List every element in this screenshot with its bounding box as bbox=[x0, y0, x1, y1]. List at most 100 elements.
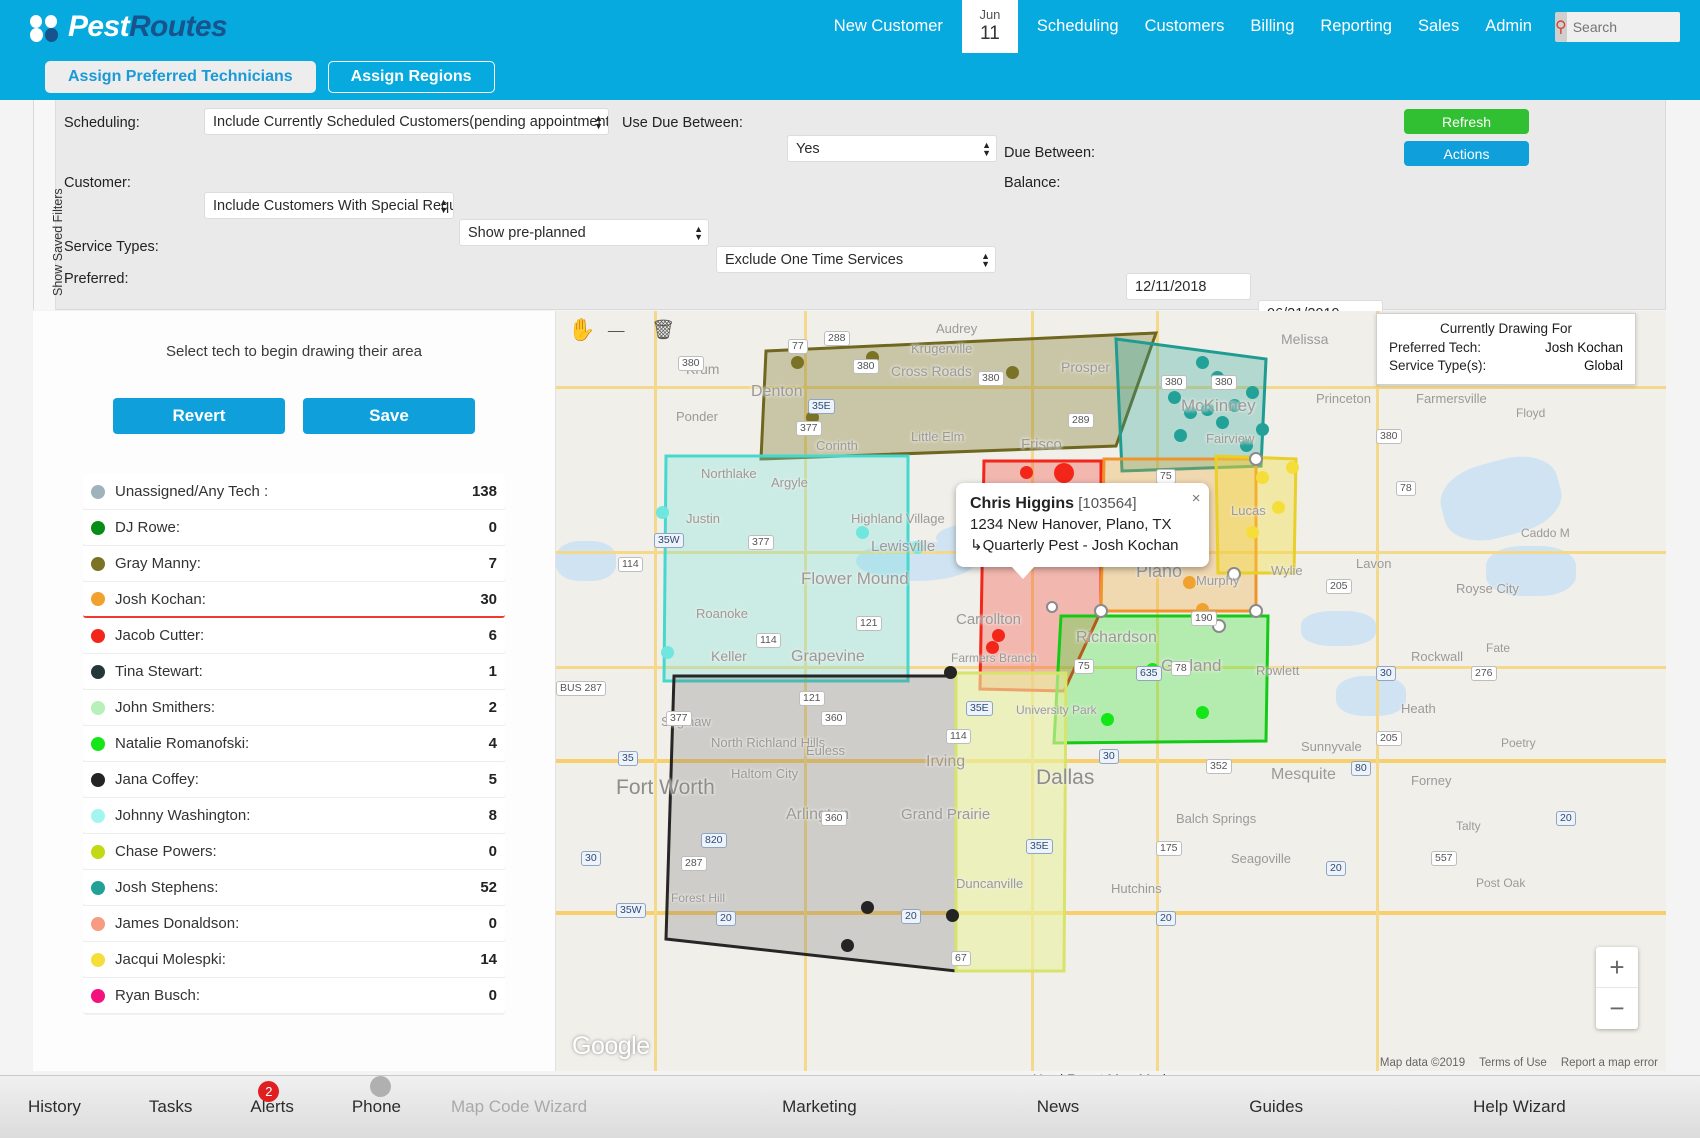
map-label: Talty bbox=[1456, 819, 1481, 833]
customer-marker[interactable] bbox=[992, 629, 1005, 642]
pestroutes-logo[interactable]: PestRoutes bbox=[30, 10, 227, 44]
technician-row[interactable]: Natalie Romanofski:4 bbox=[83, 726, 505, 762]
date-picker-button[interactable]: Jun 11 bbox=[962, 0, 1018, 53]
technician-row[interactable]: Jana Coffey:5 bbox=[83, 762, 505, 798]
nav-new-customer[interactable]: New Customer bbox=[821, 0, 956, 53]
terms-of-use-link[interactable]: Terms of Use bbox=[1479, 1057, 1547, 1069]
map-label: Cross Roads bbox=[891, 363, 972, 379]
select-scheduling[interactable]: Include Currently Scheduled Customers(pe… bbox=[204, 108, 609, 135]
customer-marker[interactable] bbox=[1006, 366, 1019, 379]
refresh-button[interactable]: Refresh bbox=[1404, 109, 1529, 134]
nav-sales[interactable]: Sales bbox=[1405, 0, 1472, 53]
bottom-nav-guides[interactable]: Guides bbox=[1239, 1097, 1313, 1117]
bottom-nav-history[interactable]: History bbox=[18, 1097, 91, 1117]
customer-marker[interactable] bbox=[1168, 391, 1181, 404]
technician-row[interactable]: DJ Rowe:0 bbox=[83, 510, 505, 546]
zoom-out-button[interactable]: − bbox=[1596, 988, 1638, 1029]
map-label: Grapevine bbox=[791, 648, 865, 666]
revert-button[interactable]: Revert bbox=[113, 398, 285, 434]
actions-button[interactable]: Actions bbox=[1404, 141, 1529, 166]
customer-marker[interactable] bbox=[944, 666, 957, 679]
technician-row[interactable]: Jacqui Molespki:14 bbox=[83, 942, 505, 978]
customer-marker[interactable] bbox=[1020, 466, 1033, 479]
draw-polygon-icon[interactable]: ⏤ bbox=[607, 319, 625, 341]
pan-hand-icon[interactable]: ✋ bbox=[568, 319, 595, 341]
nav-scheduling[interactable]: Scheduling bbox=[1024, 0, 1132, 53]
input-due-between-from[interactable]: 12/11/2018 bbox=[1126, 273, 1251, 300]
route-shield: 77 bbox=[788, 339, 808, 354]
route-shield: BUS 287 bbox=[556, 681, 606, 696]
customer-marker[interactable] bbox=[1196, 706, 1209, 719]
customer-marker[interactable] bbox=[1183, 576, 1196, 589]
nav-customers[interactable]: Customers bbox=[1132, 0, 1238, 53]
customer-marker[interactable] bbox=[1272, 501, 1285, 514]
technician-row[interactable]: Tina Stewart:1 bbox=[83, 654, 505, 690]
search-input[interactable] bbox=[1567, 12, 1680, 42]
customer-marker[interactable] bbox=[1246, 526, 1259, 539]
phone-status-indicator bbox=[370, 1076, 391, 1097]
technician-row[interactable]: Josh Kochan:30 bbox=[83, 582, 505, 618]
customer-marker[interactable] bbox=[1256, 423, 1269, 436]
map-label: McKinney bbox=[1181, 396, 1256, 416]
customer-info-window[interactable]: × Chris Higgins [103564] 1234 New Hanove… bbox=[956, 483, 1209, 567]
customer-marker[interactable] bbox=[856, 526, 869, 539]
route-shield: 67 bbox=[951, 951, 971, 966]
bottom-nav-phone[interactable]: Phone bbox=[342, 1097, 411, 1117]
route-shield: 557 bbox=[1431, 851, 1457, 866]
technician-row[interactable]: Johnny Washington:8 bbox=[83, 798, 505, 834]
technician-count: 0 bbox=[489, 519, 497, 536]
customer-marker[interactable] bbox=[1101, 713, 1114, 726]
customer-marker[interactable] bbox=[1174, 429, 1187, 442]
bottom-nav-alerts[interactable]: Alerts2 bbox=[240, 1097, 303, 1117]
map-label: Lewisville bbox=[871, 538, 935, 555]
technician-row[interactable]: Gray Manny:7 bbox=[83, 546, 505, 582]
bottom-nav-tasks[interactable]: Tasks bbox=[139, 1097, 202, 1117]
technician-name: Jacob Cutter: bbox=[115, 627, 204, 644]
close-icon[interactable]: × bbox=[1192, 488, 1201, 509]
bottom-nav-marketing[interactable]: Marketing bbox=[772, 1097, 867, 1117]
nav-admin[interactable]: Admin bbox=[1472, 0, 1545, 53]
customer-marker[interactable] bbox=[791, 356, 804, 369]
map-label: Princeton bbox=[1316, 391, 1371, 406]
technician-row[interactable]: Chase Powers:0 bbox=[83, 834, 505, 870]
tab-assign-regions[interactable]: Assign Regions bbox=[328, 61, 495, 93]
customer-marker[interactable] bbox=[1196, 356, 1209, 369]
nav-billing[interactable]: Billing bbox=[1237, 0, 1307, 53]
customer-marker[interactable] bbox=[861, 901, 874, 914]
route-shield: 360 bbox=[821, 811, 847, 826]
select-one-time-services[interactable]: Exclude One Time Services ▲▼ bbox=[716, 246, 996, 273]
customer-marker[interactable] bbox=[1286, 461, 1299, 474]
currently-drawing-tech-value: Josh Kochan bbox=[1545, 339, 1623, 357]
technician-row[interactable]: Unassigned/Any Tech :138 bbox=[83, 474, 505, 510]
technician-list: Unassigned/Any Tech :138DJ Rowe:0Gray Ma… bbox=[83, 474, 505, 1014]
map-label: Argyle bbox=[771, 475, 808, 490]
customer-marker[interactable] bbox=[1216, 416, 1229, 429]
nav-reporting[interactable]: Reporting bbox=[1307, 0, 1405, 53]
technician-row[interactable]: Josh Stephens:52 bbox=[83, 870, 505, 906]
customer-marker[interactable] bbox=[841, 939, 854, 952]
bottom-nav-help-wizard[interactable]: Help Wizard bbox=[1463, 1097, 1576, 1117]
technician-row[interactable]: John Smithers:2 bbox=[83, 690, 505, 726]
technician-row[interactable]: Ryan Busch:0 bbox=[83, 978, 505, 1014]
select-use-due-between[interactable]: Yes ▲▼ bbox=[787, 135, 997, 162]
technician-color-swatch bbox=[91, 629, 105, 643]
delete-trash-icon[interactable]: 🗑 bbox=[651, 321, 675, 340]
global-search[interactable]: ⚲ bbox=[1555, 12, 1680, 42]
customer-marker[interactable] bbox=[1256, 471, 1269, 484]
tab-assign-preferred-technicians[interactable]: Assign Preferred Technicians bbox=[45, 61, 316, 93]
region-map[interactable]: KrugervilleAudreyMelissaBlue RidgeKrumCr… bbox=[556, 311, 1666, 1071]
report-map-error-link[interactable]: Report a map error bbox=[1561, 1057, 1658, 1069]
zoom-in-button[interactable]: + bbox=[1596, 947, 1638, 988]
select-special-request[interactable]: Include Customers With Special Reques ▲▼ bbox=[204, 192, 454, 219]
technician-row[interactable]: James Donaldson:0 bbox=[83, 906, 505, 942]
customer-marker[interactable] bbox=[946, 909, 959, 922]
selected-customer-marker[interactable] bbox=[1054, 463, 1074, 483]
technician-name: Josh Stephens: bbox=[115, 879, 218, 896]
customer-marker[interactable] bbox=[656, 506, 669, 519]
show-saved-filters-toggle[interactable]: Show Saved Filters bbox=[34, 100, 56, 310]
save-button[interactable]: Save bbox=[303, 398, 475, 434]
customer-marker[interactable] bbox=[661, 646, 674, 659]
technician-row[interactable]: Jacob Cutter:6 bbox=[83, 618, 505, 654]
bottom-nav-news[interactable]: News bbox=[1027, 1097, 1090, 1117]
select-preplanned[interactable]: Show pre-planned ▲▼ bbox=[459, 219, 709, 246]
